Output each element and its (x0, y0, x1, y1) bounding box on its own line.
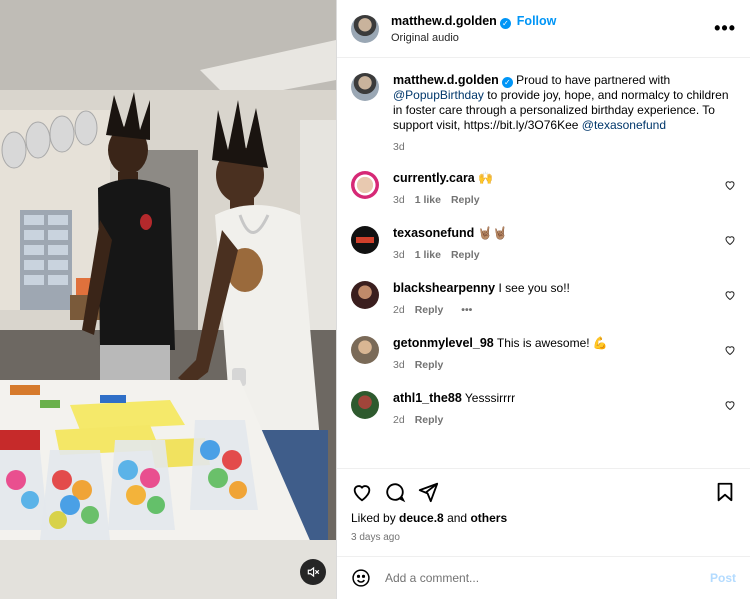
comment-time: 2d (393, 304, 405, 316)
reply-button[interactable]: Reply (451, 249, 480, 261)
commenter-avatar[interactable] (351, 171, 379, 199)
comment-text: This is awesome! 💪 (496, 336, 608, 350)
likes-prefix: Liked by (351, 511, 400, 525)
post-side-panel: matthew.d.golden ✓ Follow Original audio •… (336, 0, 750, 599)
comment-username[interactable]: currently.cara (393, 171, 475, 185)
caption-text-1: Proud to have partnered with (512, 73, 671, 87)
heart-icon[interactable] (724, 289, 736, 301)
comment-text: 🙌 (478, 171, 494, 185)
heart-icon[interactable] (724, 234, 736, 246)
comment-icon[interactable] (384, 481, 406, 503)
caption-time: 3d (393, 141, 405, 153)
post-timestamp[interactable]: 3 days ago (351, 532, 736, 543)
reply-button[interactable]: Reply (415, 359, 444, 371)
comment-time: 2d (393, 414, 405, 426)
comment-options-button[interactable]: ••• (461, 304, 472, 316)
reply-button[interactable]: Reply (451, 194, 480, 206)
share-icon[interactable] (417, 481, 439, 503)
post-modal: matthew.d.golden ✓ Follow Original audio •… (0, 0, 750, 599)
comment-username[interactable]: getonmylevel_98 (393, 336, 494, 350)
comment-text: 🤘🏽🤘🏽 (477, 226, 508, 240)
comment-item: getonmylevel_98 This is awesome! 💪 3d Rep… (351, 336, 736, 391)
post-actions: Liked by deuce.8 and others 3 days ago (337, 468, 750, 556)
comment-likes[interactable]: 1 like (415, 194, 441, 206)
video-frame (0, 0, 336, 599)
add-comment-bar: Post (337, 556, 750, 599)
commenter-avatar[interactable] (351, 336, 379, 364)
comment-likes[interactable]: 1 like (415, 249, 441, 261)
commenter-avatar[interactable] (351, 391, 379, 419)
heart-icon[interactable] (724, 399, 736, 411)
verified-badge-icon: ✓ (501, 77, 513, 88)
audio-label[interactable]: Original audio (391, 32, 556, 44)
comment-username[interactable]: texasonefund (393, 226, 474, 240)
commenter-avatar[interactable] (351, 281, 379, 309)
comment-text: Yesssirrrr (464, 391, 516, 405)
caption-author[interactable]: matthew.d.golden (393, 73, 499, 87)
liked-by-others[interactable]: others (470, 511, 507, 525)
more-options-button[interactable]: ••• (714, 18, 736, 39)
comment-username[interactable]: athl1_the88 (393, 391, 462, 405)
likes-mid: and (443, 511, 471, 525)
heart-icon[interactable] (724, 179, 736, 191)
post-header: matthew.d.golden ✓ Follow Original audio •… (337, 0, 750, 58)
bookmark-icon[interactable] (714, 481, 736, 503)
author-username[interactable]: matthew.d.golden (391, 14, 497, 28)
mention-popupbirthday[interactable]: @PopupBirthday (393, 88, 484, 102)
comment-item: currently.cara 🙌 3d 1 like Reply (351, 171, 736, 226)
liked-by-user[interactable]: deuce.8 (399, 511, 444, 525)
comment-text: I see you so!! (498, 281, 570, 295)
mute-icon (307, 566, 320, 578)
heart-icon[interactable] (351, 481, 373, 503)
post-video[interactable] (0, 0, 336, 599)
author-info: matthew.d.golden ✓ Follow Original audio (391, 14, 556, 44)
follow-button[interactable]: Follow (517, 14, 557, 28)
comment-item: blackshearpenny I see you so!! 2d Reply ••… (351, 281, 736, 336)
reply-button[interactable]: Reply (415, 304, 444, 316)
reply-button[interactable]: Reply (415, 414, 444, 426)
comment-username[interactable]: blackshearpenny (393, 281, 495, 295)
comment-time: 3d (393, 359, 405, 371)
heart-icon[interactable] (724, 344, 736, 356)
caption-avatar[interactable] (351, 73, 379, 101)
verified-badge-icon: ✓ (499, 17, 511, 29)
mention-texasonefund[interactable]: @texasonefund (582, 118, 666, 132)
emoji-icon[interactable] (351, 568, 371, 588)
comments-list[interactable]: matthew.d.golden ✓ Proud to have partnere… (337, 59, 750, 468)
comment-time: 3d (393, 249, 405, 261)
commenter-avatar[interactable] (351, 226, 379, 254)
author-avatar[interactable] (351, 14, 379, 43)
post-comment-button[interactable]: Post (710, 571, 736, 585)
likes-summary: Liked by deuce.8 and others (351, 511, 736, 525)
comment-input[interactable] (385, 571, 710, 585)
comment-item: texasonefund 🤘🏽🤘🏽 3d 1 like Reply (351, 226, 736, 281)
comment-time: 3d (393, 194, 405, 206)
caption: matthew.d.golden ✓ Proud to have partnere… (351, 73, 736, 153)
mute-button[interactable] (300, 559, 326, 585)
comment-item: athl1_the88 Yesssirrrr 2d Reply (351, 391, 736, 446)
